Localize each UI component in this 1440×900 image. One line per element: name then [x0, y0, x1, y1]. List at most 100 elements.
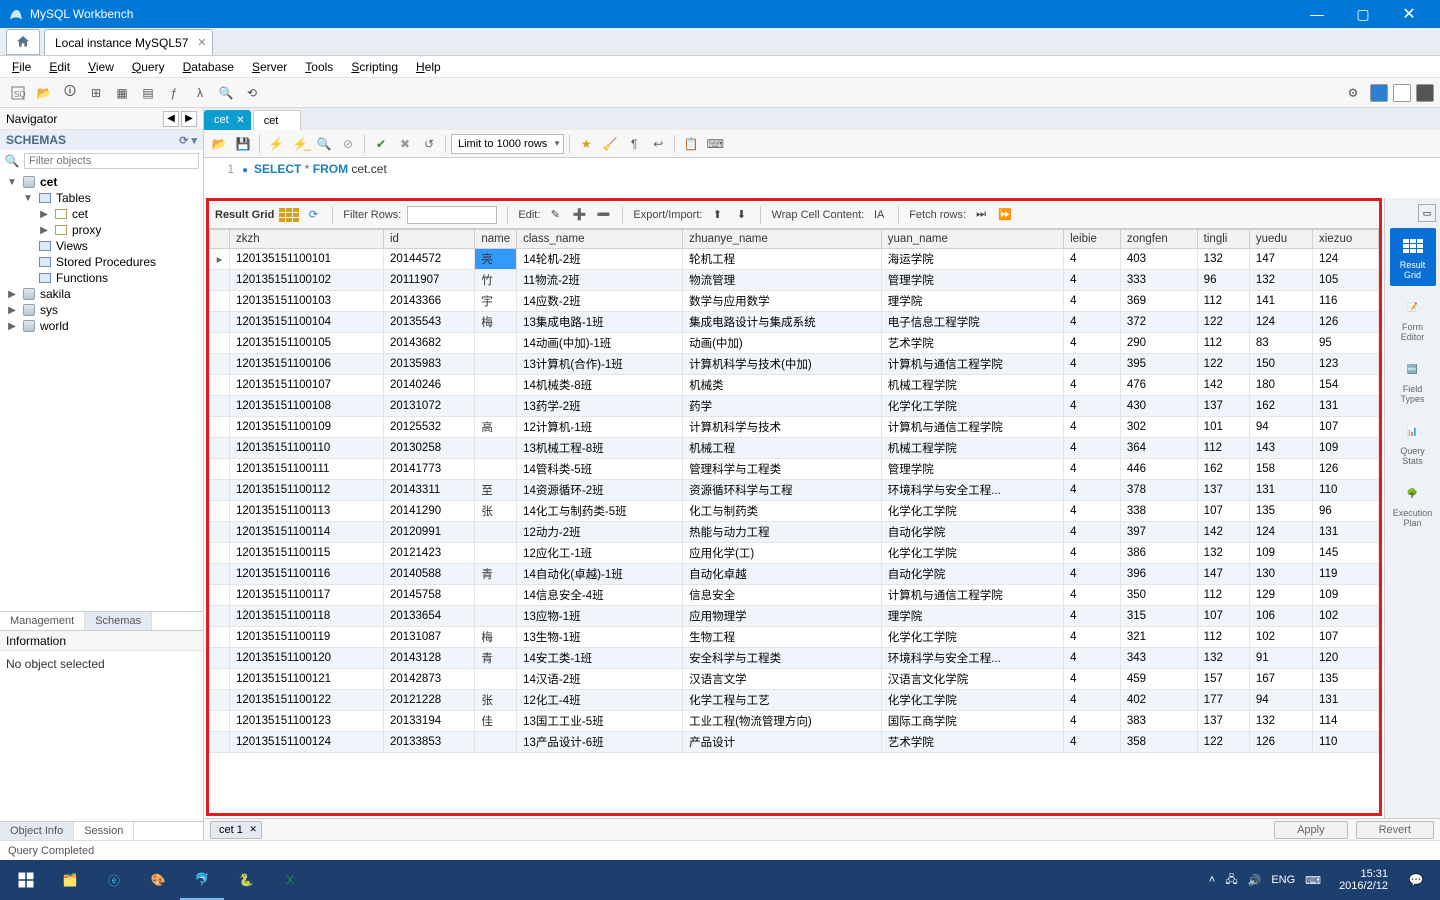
table-cell[interactable]: 14化工与制药类-5班	[517, 501, 683, 522]
snippet-icon[interactable]: 📋	[680, 134, 702, 154]
action-center-icon[interactable]: 💬	[1396, 860, 1436, 900]
table-cell[interactable]: 112	[1197, 627, 1249, 648]
open-sql-icon[interactable]: 📂	[32, 82, 56, 104]
tree-db-sakila[interactable]: sakila	[40, 287, 71, 301]
table-cell[interactable]: 107	[1197, 501, 1249, 522]
table-cell[interactable]	[210, 459, 230, 480]
table-cell[interactable]: 海运学院	[881, 249, 1063, 270]
table-cell[interactable]: 94	[1249, 417, 1312, 438]
table-cell[interactable]: 管理科学与工程类	[683, 459, 882, 480]
table-cell[interactable]: 4	[1064, 690, 1121, 711]
table-cell[interactable]: 理学院	[881, 291, 1063, 312]
table-cell[interactable]: 372	[1120, 312, 1197, 333]
table-cell[interactable]	[210, 396, 230, 417]
table-cell[interactable]	[475, 522, 517, 543]
tree-db-cet[interactable]: cet	[40, 175, 57, 189]
import-icon[interactable]: ⬇	[732, 206, 750, 224]
table-cell[interactable]: 4	[1064, 522, 1121, 543]
rollback-icon[interactable]: ✖	[394, 134, 416, 154]
table-cell[interactable]: 96	[1197, 270, 1249, 291]
panel-prev-icon[interactable]: ◀	[163, 111, 179, 127]
table-cell[interactable]: 14动画(中加)-1班	[517, 333, 683, 354]
table-cell[interactable]: 396	[1120, 564, 1197, 585]
table-cell[interactable]	[475, 459, 517, 480]
table-cell[interactable]: 122	[1197, 312, 1249, 333]
table-cell[interactable]: 158	[1249, 459, 1312, 480]
table-cell[interactable]: 120135151100122	[230, 690, 384, 711]
table-cell[interactable]: 338	[1120, 501, 1197, 522]
table-cell[interactable]: 132	[1197, 543, 1249, 564]
table-cell[interactable]: 13药学-2班	[517, 396, 683, 417]
table-cell[interactable]: 4	[1064, 417, 1121, 438]
shortcut-icon[interactable]: ⌨	[704, 134, 726, 154]
table-cell[interactable]: 315	[1120, 606, 1197, 627]
table-cell[interactable]: 化学化工学院	[881, 627, 1063, 648]
table-cell[interactable]: 自动化学院	[881, 522, 1063, 543]
table-cell[interactable]: 119	[1313, 564, 1379, 585]
table-cell[interactable]: 4	[1064, 627, 1121, 648]
table-cell[interactable]: 107	[1313, 417, 1379, 438]
table-cell[interactable]: 112	[1197, 291, 1249, 312]
table-row[interactable]: 1201351511001082013107213药学-2班药学化学化工学院44…	[210, 396, 1379, 417]
table-cell[interactable]: 343	[1120, 648, 1197, 669]
table-cell[interactable]: 4	[1064, 438, 1121, 459]
table-cell[interactable]: 13国工工业-5班	[517, 711, 683, 732]
table-cell[interactable]: 产品设计	[683, 732, 882, 753]
table-row[interactable]: 12013515110010320143366宇14应数-2班数学与应用数学理学…	[210, 291, 1379, 312]
table-cell[interactable]: 142	[1197, 375, 1249, 396]
settings-gear-icon[interactable]: ⚙	[1341, 82, 1365, 104]
column-header[interactable]: id	[383, 230, 474, 249]
table-cell[interactable]: 20143311	[383, 480, 474, 501]
panel-toggle-left[interactable]	[1370, 84, 1388, 102]
pycharm-icon[interactable]: 🐍	[224, 860, 268, 900]
table-cell[interactable]: 120135151100105	[230, 333, 384, 354]
table-cell[interactable]: 109	[1249, 543, 1312, 564]
tree-sp[interactable]: Stored Procedures	[56, 255, 156, 269]
table-cell[interactable]: 350	[1120, 585, 1197, 606]
table-cell[interactable]: 378	[1120, 480, 1197, 501]
table-row[interactable]: 1201351511001052014368214动画(中加)-1班动画(中加)…	[210, 333, 1379, 354]
tray-up-icon[interactable]: ˄	[1209, 874, 1215, 886]
table-cell[interactable]: 120135151100112	[230, 480, 384, 501]
table-cell[interactable]: 132	[1197, 249, 1249, 270]
table-cell[interactable]: 20143682	[383, 333, 474, 354]
table-cell[interactable]: 14信息安全-4班	[517, 585, 683, 606]
table-cell[interactable]: 120135151100109	[230, 417, 384, 438]
tree-db-sys[interactable]: sys	[40, 303, 58, 317]
table-cell[interactable]: 180	[1249, 375, 1312, 396]
table-cell[interactable]: 化学工程与工艺	[683, 690, 882, 711]
table-cell[interactable]: 机械工程学院	[881, 438, 1063, 459]
table-cell[interactable]	[210, 732, 230, 753]
wrap-toggle-icon[interactable]: IA	[870, 206, 888, 224]
table-cell[interactable]: 4	[1064, 480, 1121, 501]
table-cell[interactable]: 4	[1064, 648, 1121, 669]
minimize-button[interactable]: —	[1294, 0, 1340, 28]
result-set-tab[interactable]: cet 1✕	[210, 821, 262, 839]
table-cell[interactable]: 20144572	[383, 249, 474, 270]
table-cell[interactable]: 109	[1313, 438, 1379, 459]
tree-db-world[interactable]: world	[40, 319, 69, 333]
table-row[interactable]: 12013515110012320133194佳13国工工业-5班工业工程(物流…	[210, 711, 1379, 732]
table-row[interactable]: 1201351511001062013598313计算机(合作)-1班计算机科学…	[210, 354, 1379, 375]
apply-button[interactable]: Apply	[1274, 821, 1348, 839]
table-cell[interactable]: 20133194	[383, 711, 474, 732]
column-header[interactable]: yuedu	[1249, 230, 1312, 249]
new-sp-icon[interactable]: ƒ	[162, 82, 186, 104]
table-cell[interactable]: 4	[1064, 564, 1121, 585]
table-cell[interactable]: 环境科学与安全工程...	[881, 648, 1063, 669]
table-cell[interactable]	[210, 417, 230, 438]
table-cell[interactable]: 20135983	[383, 354, 474, 375]
table-cell[interactable]: 14安工类-1班	[517, 648, 683, 669]
view-form-editor[interactable]: 📝Form Editor	[1390, 290, 1436, 348]
table-row[interactable]: 1201351511001072014024614机械类-8班机械类机械工程学院…	[210, 375, 1379, 396]
new-sql-tab-icon[interactable]: SQL	[6, 82, 30, 104]
table-cell[interactable]: 14机械类-8班	[517, 375, 683, 396]
table-cell[interactable]: 145	[1313, 543, 1379, 564]
table-cell[interactable]: ▸	[210, 249, 230, 270]
table-cell[interactable]: 112	[1197, 585, 1249, 606]
table-cell[interactable]: 122	[1197, 732, 1249, 753]
table-row[interactable]: 1201351511001242013385313产品设计-6班产品设计艺术学院…	[210, 732, 1379, 753]
table-cell[interactable]: 高	[475, 417, 517, 438]
table-row[interactable]: 12013515110011220143311至14资源循环-2班资源循环科学与…	[210, 480, 1379, 501]
table-cell[interactable]	[210, 648, 230, 669]
